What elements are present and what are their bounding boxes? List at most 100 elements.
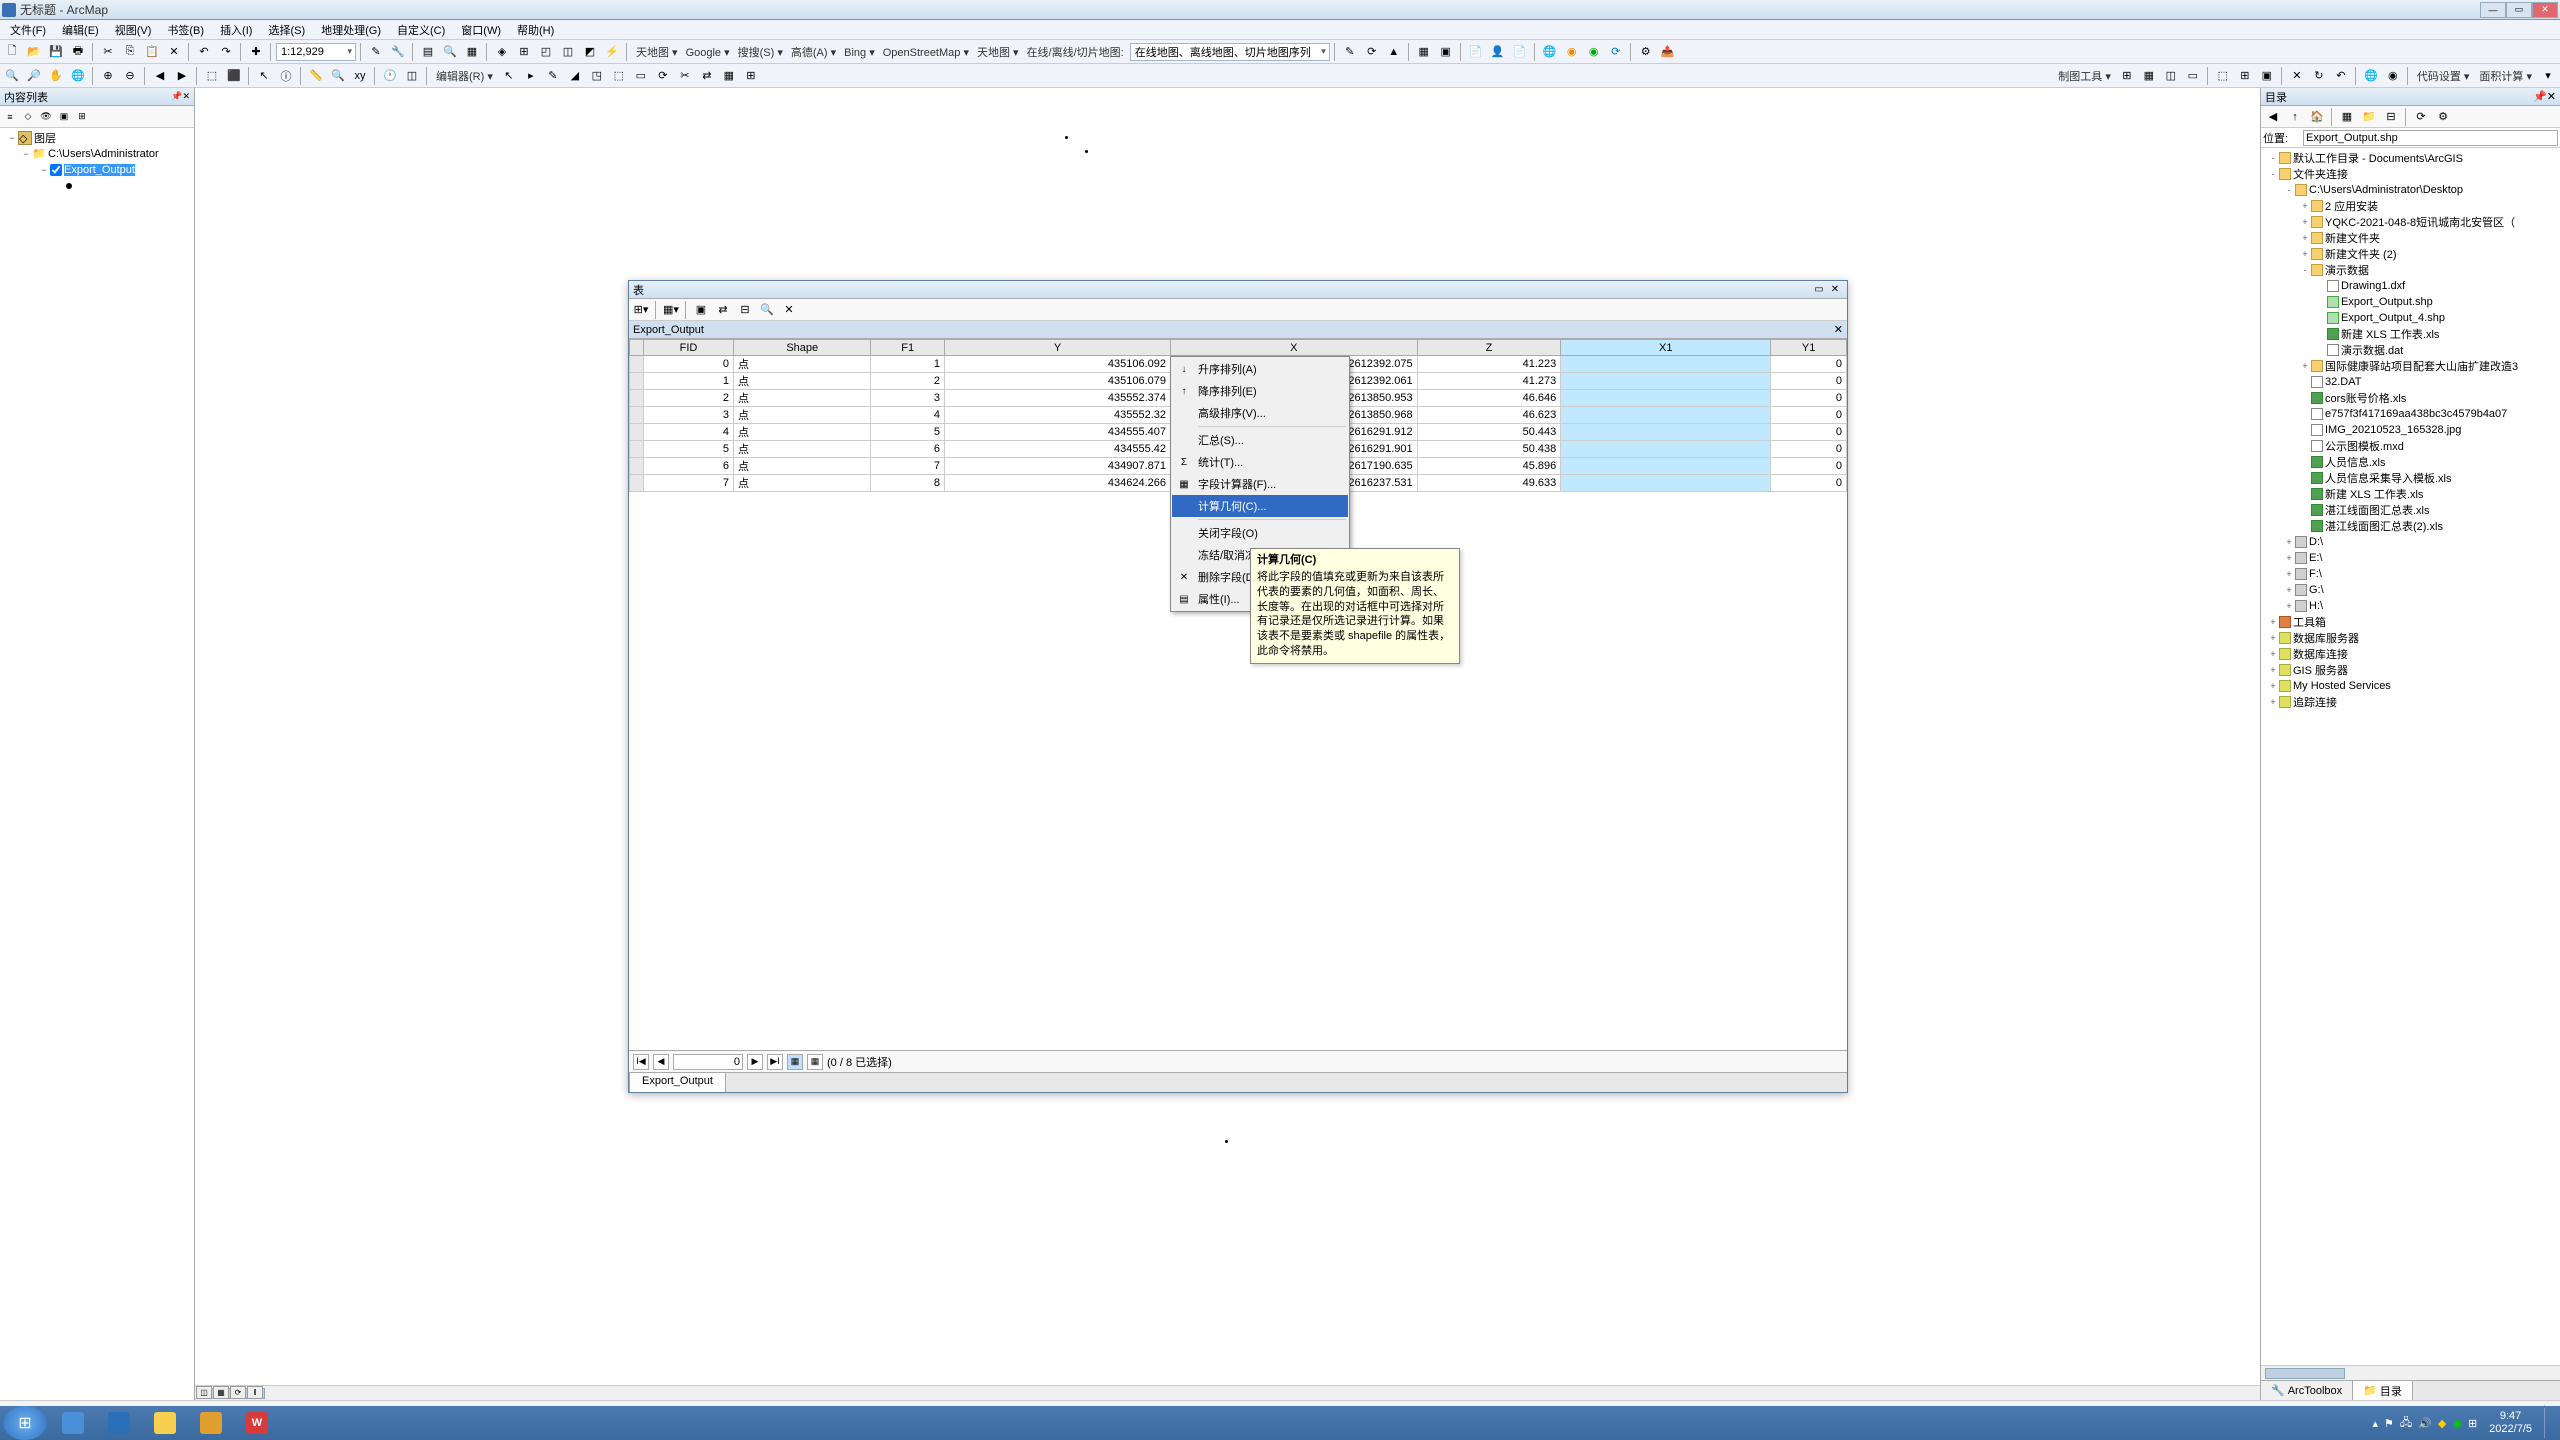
context-menu-item[interactable]: ↓升序排列(A) <box>1172 358 1348 380</box>
context-menu-item[interactable]: 汇总(S)... <box>1172 429 1348 451</box>
tool-k-icon[interactable]: ◉ <box>1584 42 1604 62</box>
cell[interactable]: 1 <box>871 356 945 373</box>
sk-f-icon[interactable]: ⊞ <box>2235 66 2255 86</box>
cat-back-icon[interactable]: ◀ <box>2263 107 2283 127</box>
catalog-tree-item[interactable]: +2 应用安装 <box>2263 198 2558 214</box>
sk-c-icon[interactable]: ◫ <box>2161 66 2181 86</box>
sk-i-icon[interactable]: ↻ <box>2309 66 2329 86</box>
cell[interactable]: 435552.374 <box>944 390 1170 407</box>
menu-item[interactable]: 文件(F) <box>2 20 54 40</box>
cell[interactable]: 点 <box>734 407 871 424</box>
cell[interactable]: 434555.42 <box>944 441 1170 458</box>
cell[interactable]: 0 <box>1771 356 1847 373</box>
catalog-location-input[interactable] <box>2303 130 2558 146</box>
menu-item[interactable]: 帮助(H) <box>509 20 562 40</box>
catalog-tree-item[interactable]: +YQKC-2021-048-8短讯城南北安管区（ <box>2263 214 2558 230</box>
toc-list-by-visibility-icon[interactable]: 👁 <box>38 109 54 125</box>
table-tab-close-icon[interactable]: ✕ <box>1834 323 1843 336</box>
basemap-dropdown[interactable]: 搜搜(S) ▾ <box>734 47 787 59</box>
tool-e-icon[interactable]: ▣ <box>1436 42 1456 62</box>
tray-flag-icon[interactable]: ⚑ <box>2384 1417 2394 1430</box>
nav-first-icon[interactable]: I◀ <box>633 1054 649 1070</box>
menu-item[interactable]: 书签(B) <box>159 20 212 40</box>
basemap-dropdown[interactable]: Bing ▾ <box>840 47 879 59</box>
hyperlink-icon[interactable]: ⚡ <box>602 42 622 62</box>
edit-i-icon[interactable]: ✂ <box>675 66 695 86</box>
taskbar-browser[interactable] <box>97 1408 141 1438</box>
row-header[interactable] <box>630 390 644 407</box>
sk-b-icon[interactable]: ▦ <box>2139 66 2159 86</box>
nav-show-selected-icon[interactable]: ▦ <box>807 1054 823 1070</box>
table-close-icon[interactable]: ✕ <box>1827 284 1843 295</box>
edit-b-icon[interactable]: ▸ <box>521 66 541 86</box>
table-header[interactable]: Z <box>1417 340 1561 356</box>
undo-icon[interactable]: ↶ <box>194 42 214 62</box>
tool-l-icon[interactable]: ⟳ <box>1606 42 1626 62</box>
nav-show-all-icon[interactable]: ▦ <box>787 1054 803 1070</box>
toc-layer[interactable]: Export_Output <box>64 164 135 176</box>
catalog-scrollbar-h[interactable] <box>2261 1365 2560 1380</box>
cell[interactable] <box>1561 424 1771 441</box>
cell[interactable]: 0 <box>1771 390 1847 407</box>
prev-extent-icon[interactable]: ◀ <box>150 66 170 86</box>
sk-e-icon[interactable]: ⬚ <box>2213 66 2233 86</box>
menu-item[interactable]: 插入(I) <box>212 20 260 40</box>
toc-list-by-drawing-icon[interactable]: ≡ <box>2 109 18 125</box>
cell[interactable]: 435552.32 <box>944 407 1170 424</box>
maximize-button[interactable]: ▭ <box>2506 2 2532 18</box>
show-desktop[interactable] <box>2544 1408 2552 1438</box>
cell[interactable] <box>1561 356 1771 373</box>
cell[interactable]: 434624.266 <box>944 475 1170 492</box>
menu-item[interactable]: 地理处理(G) <box>313 20 389 40</box>
cell[interactable]: 点 <box>734 424 871 441</box>
layout-icon[interactable]: ◫ <box>558 42 578 62</box>
cell[interactable] <box>1561 407 1771 424</box>
catalog-tree-item[interactable]: +F:\ <box>2263 566 2558 582</box>
catalog-tree-item[interactable]: Export_Output.shp <box>2263 294 2558 310</box>
data-view-icon[interactable]: ◫ <box>196 1386 212 1399</box>
sk-l-icon[interactable]: ◉ <box>2383 66 2403 86</box>
nav-next-icon[interactable]: ▶ <box>747 1054 763 1070</box>
search-icon[interactable]: 🔍 <box>440 42 460 62</box>
basemap-dropdown[interactable]: 天地图 ▾ <box>632 47 682 59</box>
save-icon[interactable]: 💾 <box>46 42 66 62</box>
table-header[interactable]: X1 <box>1561 340 1771 356</box>
tool-a-icon[interactable]: ✎ <box>1340 42 1360 62</box>
catalog-tab[interactable]: 📁目录 <box>2353 1381 2413 1400</box>
tray-icon2[interactable]: ◉ <box>2452 1417 2462 1430</box>
catalog-tree-item[interactable]: +D:\ <box>2263 534 2558 550</box>
cell[interactable]: 435106.079 <box>944 373 1170 390</box>
edit-c-icon[interactable]: ✎ <box>543 66 563 86</box>
editing-label[interactable]: 制图工具 ▾ <box>2054 68 2115 84</box>
row-header[interactable] <box>630 356 644 373</box>
edit-k-icon[interactable]: ▦ <box>719 66 739 86</box>
catalog-tree-item[interactable]: -演示数据 <box>2263 262 2558 278</box>
cell[interactable] <box>1561 373 1771 390</box>
basemap-dropdown[interactable]: OpenStreetMap ▾ <box>879 47 973 59</box>
editor-label[interactable]: 编辑器(R) ▾ <box>432 68 497 84</box>
catalog-tree-item[interactable]: +数据库连接 <box>2263 646 2558 662</box>
context-menu-item[interactable]: ↑降序排列(E) <box>1172 380 1348 402</box>
add-data-icon[interactable]: ✚ <box>246 42 266 62</box>
table-icon[interactable]: ⊞ <box>514 42 534 62</box>
cat-toggle-icon[interactable]: ▦ <box>2337 107 2357 127</box>
cell[interactable]: 0 <box>1771 424 1847 441</box>
edit-h-icon[interactable]: ⟳ <box>653 66 673 86</box>
cell[interactable]: 435106.092 <box>944 356 1170 373</box>
cell[interactable]: 49.633 <box>1417 475 1561 492</box>
online-map-combo[interactable]: 在线地图、离线地图、切片地图序列 <box>1130 43 1330 61</box>
cell[interactable]: 0 <box>1771 441 1847 458</box>
python-icon[interactable]: ▦ <box>462 42 482 62</box>
catalog-tree-item[interactable]: 新建 XLS 工作表.xls <box>2263 486 2558 502</box>
cell[interactable]: 点 <box>734 475 871 492</box>
row-header[interactable] <box>630 475 644 492</box>
catalog-icon[interactable]: ▤ <box>418 42 438 62</box>
cell[interactable] <box>1561 441 1771 458</box>
pan-icon[interactable]: ✋ <box>46 66 66 86</box>
cell[interactable]: 点 <box>734 373 871 390</box>
catalog-tree-item[interactable]: 湛江线面图汇总表(2).xls <box>2263 518 2558 534</box>
tool-n-icon[interactable]: 📤 <box>1658 42 1678 62</box>
cell[interactable] <box>1561 390 1771 407</box>
measure-icon[interactable]: 📏 <box>306 66 326 86</box>
toc-list-by-selection-icon[interactable]: ▣ <box>56 109 72 125</box>
